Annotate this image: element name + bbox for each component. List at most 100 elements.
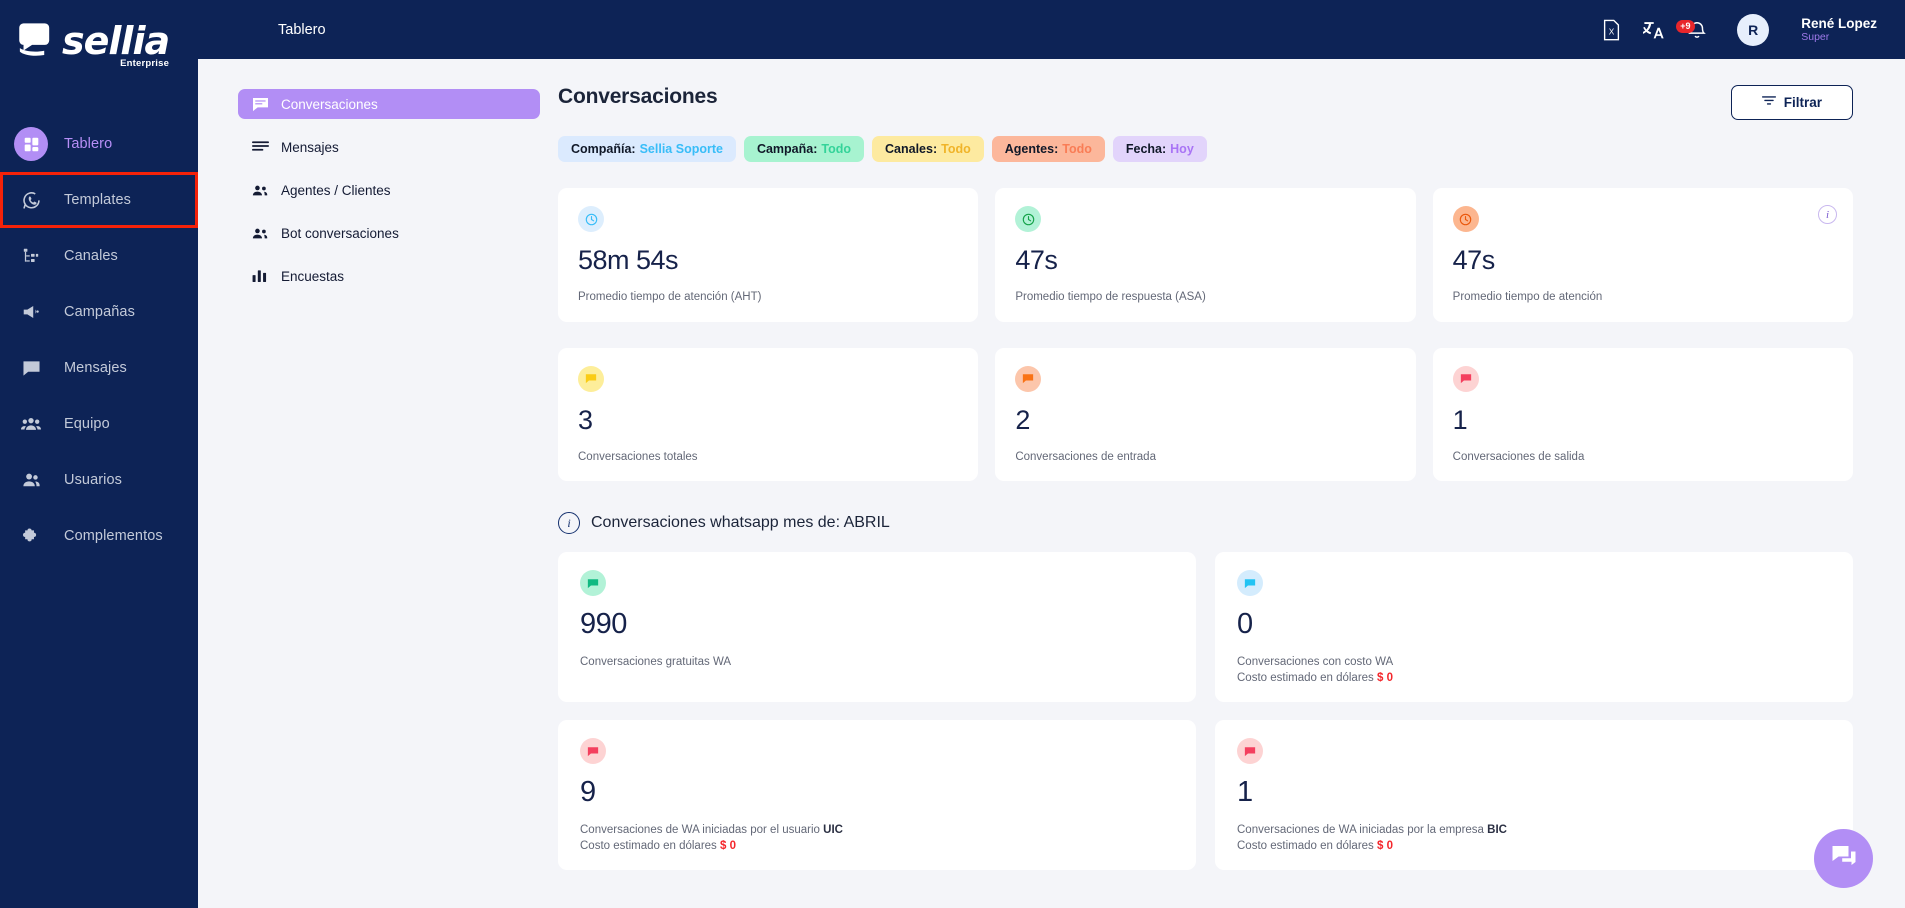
- puzzle-piece-icon: [14, 519, 48, 553]
- chip-fecha[interactable]: Fecha: Hoy: [1112, 136, 1207, 162]
- submenu-item-label: Mensajes: [281, 139, 339, 155]
- wa-cost-label: Costo estimado en dólares: [580, 839, 717, 852]
- metric-value: 3: [578, 404, 593, 435]
- svg-text:X: X: [1609, 27, 1615, 36]
- wa-section-header: i Conversaciones whatsapp mes de: ABRIL: [558, 512, 1853, 535]
- metric-caption: Promedio tiempo de atención: [1452, 291, 1603, 303]
- wa-card-uic: 9 Conversaciones de WA iniciadas por el …: [558, 720, 1196, 871]
- brand-logo[interactable]: sellia Enterprise: [0, 0, 198, 72]
- submenu-item-label: Bot conversaciones: [281, 225, 399, 241]
- main-content: Conversaciones Filtrar Compañía: Sellia …: [558, 59, 1905, 908]
- sidebar-item-canales[interactable]: Canales: [0, 228, 198, 284]
- chip-canales[interactable]: Canales: Todo: [872, 136, 984, 162]
- page-title: Conversaciones: [558, 85, 718, 108]
- content-header: Conversaciones Filtrar: [558, 85, 1853, 120]
- submenu-item-bot-conversaciones[interactable]: Bot conversaciones: [238, 218, 540, 248]
- chat-bubble-icon: [14, 351, 48, 385]
- topbar-actions: X +9 R René Lopez Super: [1602, 13, 1877, 46]
- sidebar-item-complementos[interactable]: Complementos: [0, 508, 198, 564]
- submenu-item-label: Conversaciones: [281, 96, 378, 112]
- metric-caption: Promedio tiempo de respuesta (ASA): [1015, 291, 1206, 303]
- chat-bubble-icon: [1452, 365, 1479, 392]
- clock-icon: [578, 206, 604, 232]
- app-root: sellia Enterprise Tablero Templates Cana…: [0, 0, 1905, 908]
- metric-cards-row-2: 3 Conversaciones totales 2 Conversacione…: [558, 347, 1853, 482]
- chip-key: Campaña:: [756, 142, 818, 156]
- sidebar-item-usuarios[interactable]: Usuarios: [0, 452, 198, 508]
- dashboard-grid-icon: [14, 127, 48, 161]
- chat-bubble-icon: [1015, 365, 1042, 392]
- sellia-logo-icon: [18, 22, 60, 62]
- metric-value: 47s: [1015, 245, 1058, 275]
- chip-agentes[interactable]: Agentes: Todo: [991, 136, 1105, 162]
- clock-icon: [1452, 206, 1479, 232]
- info-icon[interactable]: i: [558, 512, 580, 535]
- metric-card-conversaciones-entrada: 2 Conversaciones de entrada: [995, 347, 1416, 482]
- sidebar-nav: Tablero Templates Canales Campañas Mensa…: [0, 116, 198, 564]
- chip-value: Todo: [941, 142, 971, 156]
- wa-card-bic: 1 Conversaciones de WA iniciadas por la …: [1215, 720, 1853, 871]
- chat-support-icon: [1831, 844, 1857, 873]
- filter-chips: Compañía: Sellia Soporte Campaña: Todo C…: [558, 136, 1853, 162]
- sidebar-item-label: Equipo: [64, 416, 110, 432]
- metric-caption: Conversaciones totales: [578, 450, 698, 463]
- submenu-item-conversaciones[interactable]: Conversaciones: [238, 89, 540, 119]
- sidebar-item-equipo[interactable]: Equipo: [0, 396, 198, 452]
- metric-caption: Conversaciones de entrada: [1015, 450, 1156, 463]
- metric-cards-row-1: 58m 54s Promedio tiempo de atención (AHT…: [558, 188, 1853, 322]
- wa-section-title: Conversaciones whatsapp mes de: ABRIL: [591, 514, 890, 532]
- wa-card-con-costo: 0 Conversaciones con costo WA Costo esti…: [1215, 552, 1853, 703]
- chip-value: Todo: [1062, 142, 1092, 156]
- avatar[interactable]: R: [1737, 13, 1770, 46]
- chip-value: Hoy: [1170, 142, 1194, 156]
- wa-value: 9: [580, 776, 596, 809]
- metric-value: 47s: [1452, 245, 1496, 275]
- notification-bell-icon[interactable]: +9: [1676, 19, 1707, 41]
- sidebar-item-label: Usuarios: [64, 472, 123, 488]
- user-name: René Lopez: [1801, 15, 1877, 31]
- wa-cost-value: $ 0: [1377, 671, 1394, 684]
- submenu-item-agentes-clientes[interactable]: Agentes / Clientes: [238, 175, 540, 205]
- chip-compania[interactable]: Compañía: Sellia Soporte: [558, 136, 736, 162]
- wa-value: 1: [1237, 776, 1253, 809]
- metric-card-conversaciones-totales: 3 Conversaciones totales: [558, 347, 979, 482]
- submenu-item-encuestas[interactable]: Encuestas: [238, 261, 540, 291]
- chip-campana[interactable]: Campaña: Todo: [743, 136, 865, 162]
- metric-card-aht: 58m 54s Promedio tiempo de atención (AHT…: [558, 188, 979, 322]
- submenu-item-mensajes[interactable]: Mensajes: [238, 132, 540, 162]
- sidebar-item-mensajes[interactable]: Mensajes: [0, 340, 198, 396]
- body-area: Conversaciones Mensajes Agentes / Client…: [198, 59, 1905, 908]
- filter-button[interactable]: Filtrar: [1730, 85, 1853, 120]
- metric-caption: Promedio tiempo de atención (AHT): [578, 291, 762, 303]
- metric-caption: Conversaciones de salida: [1452, 450, 1585, 463]
- brand-name: sellia: [62, 19, 170, 63]
- excel-export-icon[interactable]: X: [1602, 19, 1621, 41]
- sidebar-item-label: Mensajes: [64, 360, 127, 376]
- top-bar: Tablero X +9 R René Lopez Super: [198, 0, 1905, 59]
- primary-sidebar: sellia Enterprise Tablero Templates Cana…: [0, 0, 198, 908]
- user-menu[interactable]: René Lopez Super: [1801, 16, 1877, 44]
- wa-cards-row-1: 990 Conversaciones gratuitas WA 0 Conver…: [558, 552, 1853, 703]
- metric-value: 58m 54s: [578, 245, 679, 275]
- translate-icon[interactable]: [1643, 19, 1665, 41]
- sidebar-item-campanas[interactable]: Campañas: [0, 284, 198, 340]
- chat-bubble-icon: [580, 738, 606, 765]
- chat-support-fab[interactable]: [1814, 829, 1873, 888]
- metric-card-tiempo-atencion: i 47s Promedio tiempo de atención: [1432, 188, 1853, 322]
- chat-bubble-icon: [1237, 570, 1263, 597]
- sidebar-item-templates[interactable]: Templates: [0, 172, 198, 228]
- chip-value: Sellia Soporte: [639, 142, 723, 156]
- submenu-item-label: Encuestas: [281, 268, 345, 284]
- user-role: Super: [1801, 31, 1830, 44]
- sidebar-item-tablero[interactable]: Tablero: [0, 116, 198, 172]
- wa-caption: Conversaciones de WA iniciadas por el us…: [580, 823, 1174, 854]
- wa-value: 0: [1237, 608, 1253, 641]
- info-icon[interactable]: i: [1817, 205, 1837, 224]
- chip-key: Compañía:: [571, 142, 636, 156]
- chat-lines-icon: [252, 96, 269, 113]
- wa-caption-code: UIC: [823, 824, 843, 837]
- user-pair-icon: [14, 463, 48, 497]
- wa-caption: Conversaciones gratuitas WA: [580, 656, 732, 669]
- wa-caption-text: Conversaciones con costo WA: [1237, 656, 1394, 669]
- right-column: Tablero X +9 R René Lopez Super Conversa…: [198, 0, 1905, 908]
